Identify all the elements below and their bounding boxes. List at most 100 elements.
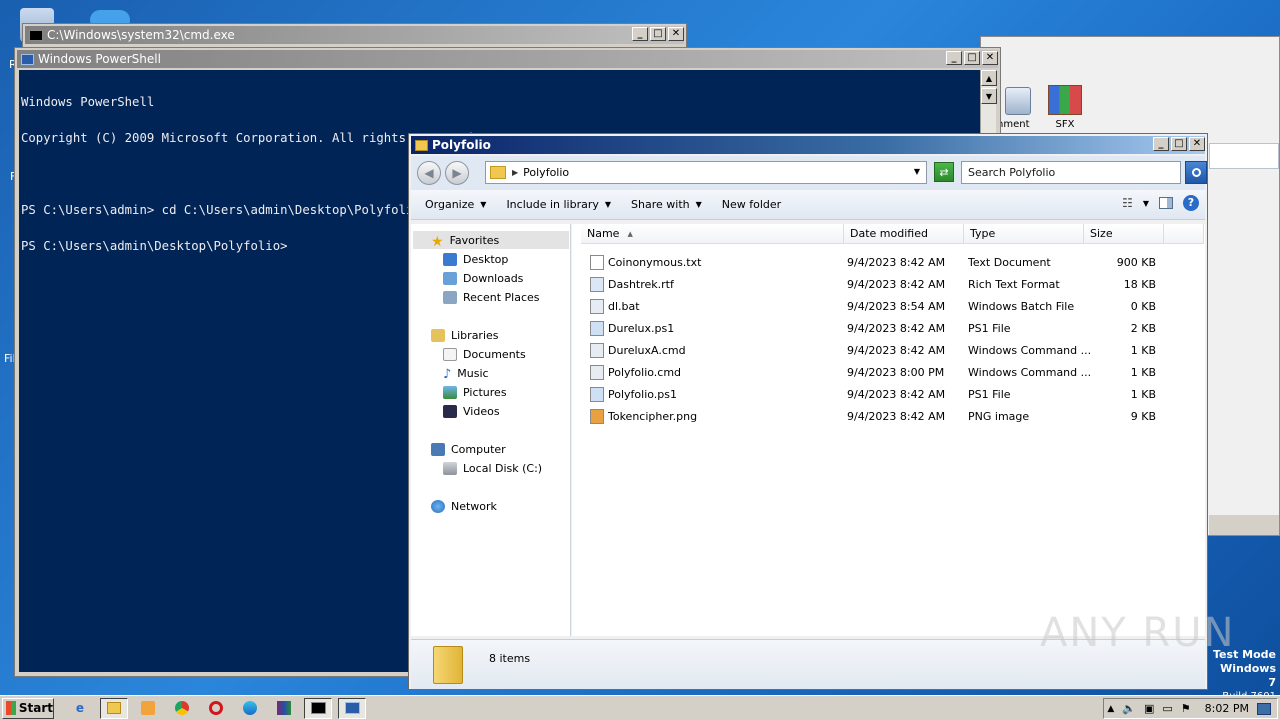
cmd-file-icon xyxy=(590,343,604,358)
start-label: Start xyxy=(18,701,53,715)
clock[interactable]: 8:02 PM xyxy=(1205,702,1249,715)
share-with-button[interactable]: Share with ▼ xyxy=(631,198,702,211)
file-row[interactable]: Dashtrek.rtf 9/4/2023 8:42 AM Rich Text Fo… xyxy=(572,274,1202,296)
close-button[interactable]: ✕ xyxy=(668,27,684,41)
chevron-down-icon[interactable]: ▼ xyxy=(914,167,920,176)
scroll-up-button[interactable]: ▲ xyxy=(981,70,997,86)
close-button[interactable]: ✕ xyxy=(1189,137,1205,151)
explorer-window[interactable]: Polyfolio _ □ ✕ ◀ ▶ ▶ Polyfolio ▼ ⇄ Sear… xyxy=(408,133,1208,690)
forward-button[interactable]: ▶ xyxy=(445,161,469,185)
close-button[interactable]: ✕ xyxy=(982,51,998,65)
document-icon xyxy=(1005,87,1031,115)
bg-icon-sfx[interactable]: SFX xyxy=(1045,85,1085,135)
show-desktop-icon[interactable] xyxy=(1257,702,1271,715)
edge-icon[interactable] xyxy=(236,698,264,719)
file-name: Tokencipher.png xyxy=(608,410,698,423)
scroll-down-button[interactable]: ▼ xyxy=(981,88,997,104)
opera-icon[interactable] xyxy=(202,698,230,719)
navigation-pane[interactable]: ★ Favorites Desktop Downloads Recent Plac… xyxy=(411,224,571,636)
column-header-date[interactable]: Date modified xyxy=(844,224,964,244)
volume-icon[interactable]: 🔈 xyxy=(1122,702,1136,715)
videos-icon xyxy=(443,405,457,418)
chrome-icon[interactable] xyxy=(168,698,196,719)
winrar-icon[interactable] xyxy=(270,698,298,719)
maximize-button[interactable]: □ xyxy=(964,51,980,65)
column-header-name[interactable]: Name ▲ xyxy=(581,224,844,244)
item-count: 8 items xyxy=(489,652,531,665)
file-row[interactable]: Coinonymous.txt 9/4/2023 8:42 AM Text Docu… xyxy=(572,252,1202,274)
nav-network[interactable]: Network xyxy=(431,500,497,513)
nav-favorites[interactable]: ★ Favorites xyxy=(431,234,499,250)
nav-computer[interactable]: Computer xyxy=(431,443,506,456)
nav-desktop[interactable]: Desktop xyxy=(443,253,508,266)
pictures-icon xyxy=(443,386,457,399)
include-in-library-button[interactable]: Include in library ▼ xyxy=(506,198,611,211)
chevron-down-icon[interactable]: ▼ xyxy=(1143,199,1149,208)
bg-icon-label: SFX xyxy=(1055,119,1075,130)
address-bar[interactable]: ▶ Polyfolio ▼ xyxy=(485,161,927,184)
search-icon[interactable] xyxy=(1185,161,1207,184)
file-date: 9/4/2023 8:00 PM xyxy=(847,366,945,379)
view-controls: ☷ ▼ ? xyxy=(1122,195,1199,211)
bg-icon-nment[interactable]: nment xyxy=(997,87,1037,137)
file-row[interactable]: Polyfolio.ps1 9/4/2023 8:42 AM PS1 File 1 K… xyxy=(572,384,1202,406)
file-date: 9/4/2023 8:54 AM xyxy=(847,300,946,313)
change-view-icon[interactable]: ☷ xyxy=(1122,196,1133,210)
powershell-taskbar-icon[interactable] xyxy=(338,697,366,719)
nav-downloads[interactable]: Downloads xyxy=(443,272,523,285)
breadcrumb[interactable]: Polyfolio xyxy=(523,166,569,179)
organize-button[interactable]: Organize ▼ xyxy=(425,198,486,211)
folder-icon xyxy=(490,166,506,179)
powershell-titlebar[interactable]: Windows PowerShell xyxy=(17,50,998,68)
nav-libraries[interactable]: Libraries xyxy=(431,329,499,342)
show-hidden-icons-icon[interactable]: ▲ xyxy=(1107,704,1114,714)
nav-videos[interactable]: Videos xyxy=(443,405,500,418)
action-center-flag-icon[interactable]: ⚑ xyxy=(1181,702,1191,715)
nav-documents[interactable]: Documents xyxy=(443,348,526,361)
file-list[interactable]: Name ▲ Date modified Type Size Coinonymou… xyxy=(572,224,1205,636)
file-row[interactable]: dl.bat 9/4/2023 8:54 AM Windows Batch File… xyxy=(572,296,1202,318)
column-header-extra[interactable] xyxy=(1164,224,1204,244)
file-row[interactable]: DureluxA.cmd 9/4/2023 8:42 AM Windows Comm… xyxy=(572,340,1202,362)
bg-pane xyxy=(1209,515,1279,535)
column-header-size[interactable]: Size xyxy=(1084,224,1164,244)
minimize-button[interactable]: _ xyxy=(946,51,962,65)
file-date: 9/4/2023 8:42 AM xyxy=(847,410,946,423)
nav-label: Videos xyxy=(463,405,500,418)
maximize-button[interactable]: □ xyxy=(1171,137,1187,151)
preview-pane-icon[interactable] xyxy=(1159,197,1173,209)
file-row[interactable]: Tokencipher.png 9/4/2023 8:42 AM PNG image… xyxy=(572,406,1202,428)
media-player-icon[interactable] xyxy=(134,698,162,719)
file-row[interactable]: Durelux.ps1 9/4/2023 8:42 AM PS1 File 2 KB xyxy=(572,318,1202,340)
cmd-taskbar-icon[interactable] xyxy=(304,697,332,719)
nav-label: Downloads xyxy=(463,272,524,285)
help-icon[interactable]: ? xyxy=(1183,195,1199,211)
minimize-button[interactable]: _ xyxy=(632,27,648,41)
cmd-window[interactable]: C:\Windows\system32\cmd.exe _ □ ✕ xyxy=(22,23,687,48)
back-button[interactable]: ◀ xyxy=(417,161,441,185)
ie-icon[interactable]: e xyxy=(66,698,94,719)
breadcrumb-chevron-icon[interactable]: ▶ xyxy=(512,168,518,177)
documents-icon xyxy=(443,348,457,361)
column-header-type[interactable]: Type xyxy=(964,224,1084,244)
share-label: Share with xyxy=(631,198,690,211)
maximize-button[interactable]: □ xyxy=(650,27,666,41)
include-label: Include in library xyxy=(506,198,599,211)
minimize-button[interactable]: _ xyxy=(1153,137,1169,151)
nav-music[interactable]: ♪ Music xyxy=(443,367,489,382)
network-status-icon[interactable]: ▣ xyxy=(1144,702,1154,715)
file-date: 9/4/2023 8:42 AM xyxy=(847,278,946,291)
cmd-titlebar[interactable]: C:\Windows\system32\cmd.exe xyxy=(25,26,684,44)
nav-pictures[interactable]: Pictures xyxy=(443,386,507,399)
music-icon: ♪ xyxy=(443,367,452,382)
refresh-button[interactable]: ⇄ xyxy=(934,162,954,182)
start-button[interactable]: Start xyxy=(2,697,54,719)
explorer-titlebar[interactable]: Polyfolio xyxy=(411,136,1205,154)
nav-local-disk[interactable]: Local Disk (C:) xyxy=(443,462,542,475)
search-input[interactable]: Search Polyfolio xyxy=(961,161,1181,184)
file-row[interactable]: Polyfolio.cmd 9/4/2023 8:00 PM Windows Com… xyxy=(572,362,1202,384)
explorer-taskbar-icon[interactable] xyxy=(100,697,128,719)
nav-recent-places[interactable]: Recent Places xyxy=(443,291,540,304)
new-folder-button[interactable]: New folder xyxy=(722,198,781,211)
monitor-icon[interactable]: ▭ xyxy=(1162,702,1172,715)
